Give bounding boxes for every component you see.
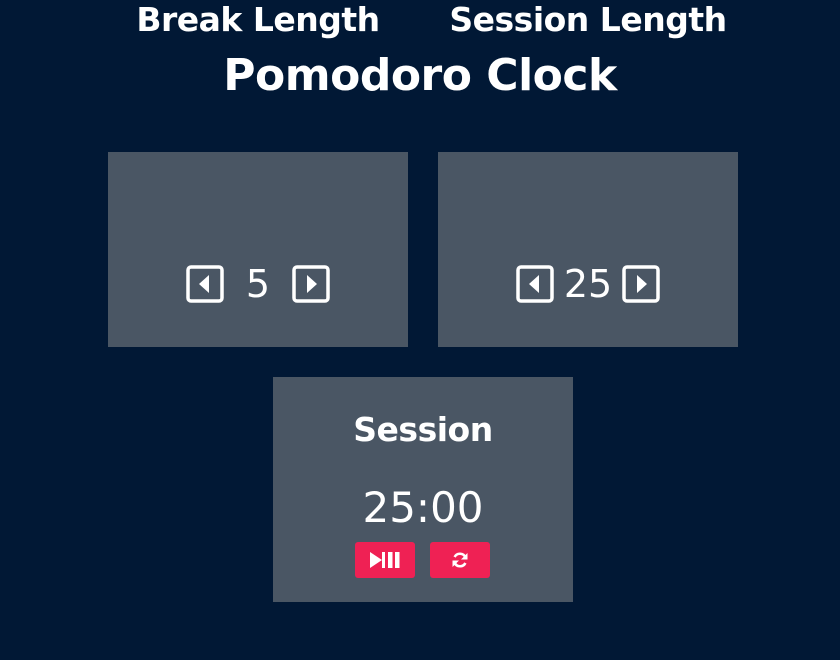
session-length-value: 25	[563, 262, 613, 306]
caret-right-square-icon	[292, 265, 330, 303]
break-length-panel	[108, 152, 408, 347]
caret-right-square-icon	[622, 265, 660, 303]
session-length-panel	[438, 152, 738, 347]
timer-label: Session	[353, 410, 493, 449]
refresh-icon	[452, 552, 468, 568]
caret-left-square-icon	[186, 265, 224, 303]
session-length-controls: 25	[438, 258, 738, 310]
session-length-label: Session Length	[449, 0, 727, 39]
break-length-controls: 5	[108, 258, 408, 310]
time-left: 25:00	[362, 483, 484, 532]
start-stop-button[interactable]	[355, 542, 415, 578]
play-pause-icon	[370, 552, 400, 568]
pomodoro-app: Pomodoro Clock Break Length 5 Session Le…	[0, 0, 840, 660]
caret-left-square-icon	[516, 265, 554, 303]
break-increment-button[interactable]	[292, 265, 330, 303]
break-length-label: Break Length	[136, 0, 380, 39]
break-length-value: 5	[245, 262, 271, 306]
break-decrement-button[interactable]	[186, 265, 224, 303]
page-title: Pomodoro Clock	[223, 50, 617, 101]
session-decrement-button[interactable]	[516, 265, 554, 303]
reset-button[interactable]	[430, 542, 490, 578]
session-increment-button[interactable]	[622, 265, 660, 303]
